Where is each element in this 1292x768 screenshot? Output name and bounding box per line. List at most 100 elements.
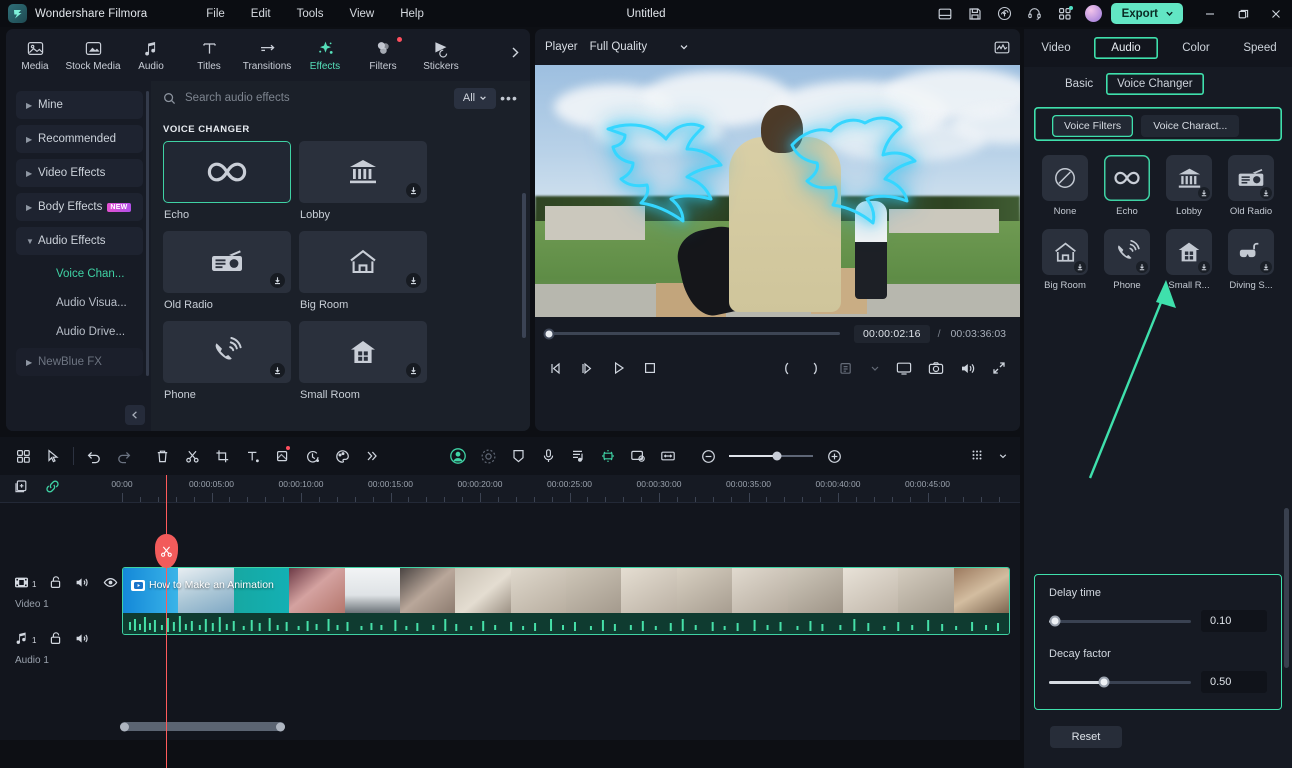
category-video-effects[interactable]: ▶ Video Effects (16, 159, 143, 187)
mute-icon[interactable] (75, 576, 90, 594)
zoom-out-icon[interactable] (693, 437, 723, 475)
subcategory-audio-visualizer[interactable]: Audio Visua... (16, 290, 143, 316)
lock-icon[interactable] (49, 575, 62, 594)
voiceover-mic-icon[interactable] (533, 437, 563, 475)
tab-stock-media[interactable]: Stock Media (64, 39, 122, 72)
zoom-in-icon[interactable] (819, 437, 849, 475)
subtab-basic[interactable]: Basic (1054, 73, 1104, 95)
mute-icon[interactable] (75, 632, 90, 650)
category-recommended[interactable]: ▶ Recommended (16, 125, 143, 153)
category-newblue-fx[interactable]: ▶ NewBlue FX (16, 348, 143, 376)
effect-thumb-big-room[interactable] (299, 231, 427, 293)
save-icon[interactable] (960, 0, 990, 27)
category-body-effects[interactable]: ▶ Body Effects NEW (16, 193, 143, 221)
mask-icon[interactable] (267, 437, 297, 475)
pill-voice-filters[interactable]: Voice Filters (1052, 115, 1134, 137)
render-preview-button[interactable] (839, 361, 854, 376)
subtab-voice-changer[interactable]: Voice Changer (1106, 73, 1203, 95)
snapshot-button[interactable] (928, 361, 944, 376)
voice-filter-thumb-old-radio[interactable] (1228, 155, 1274, 201)
category-audio-effects[interactable]: ▼ Audio Effects (16, 227, 143, 255)
category-scrollbar[interactable] (146, 91, 149, 376)
menu-edit[interactable]: Edit (238, 5, 284, 23)
category-mine[interactable]: ▶ Mine (16, 91, 143, 119)
stop-button[interactable] (643, 361, 657, 375)
download-icon[interactable] (270, 273, 285, 288)
close-button[interactable] (1259, 0, 1292, 27)
redo-icon[interactable] (109, 437, 139, 475)
tab-audio[interactable]: Audio (122, 39, 180, 72)
download-icon[interactable] (1198, 261, 1210, 273)
toolbar-more-chevron-icon[interactable] (357, 437, 387, 475)
effects-more-options-button[interactable]: ••• (496, 90, 522, 106)
project-media-icon[interactable] (8, 437, 38, 475)
maximize-button[interactable] (1226, 0, 1259, 27)
tab-audio[interactable]: Audio (1094, 37, 1158, 59)
prev-frame-button[interactable] (549, 361, 564, 376)
effects-filter-select[interactable]: All (454, 87, 496, 109)
menu-view[interactable]: View (336, 5, 387, 23)
timeline-ruler[interactable]: 00:00 00:00:05:00 00:00:10:00 00:00:15:00 00… (0, 475, 1020, 503)
minimize-button[interactable] (1193, 0, 1226, 27)
keyframe-icon[interactable] (503, 437, 533, 475)
tabs-more-chevron-icon[interactable] (508, 46, 522, 65)
voice-filter-thumb-echo[interactable] (1104, 155, 1150, 201)
param-slider-delay-time[interactable] (1049, 615, 1191, 627)
subcategory-voice-changer[interactable]: Voice Chan... (16, 261, 143, 287)
tab-color[interactable]: Color (1164, 37, 1228, 59)
effect-thumb-lobby[interactable] (299, 141, 427, 203)
effects-scrollbar[interactable] (522, 193, 526, 338)
tab-media[interactable]: Media (6, 39, 64, 72)
menu-help[interactable]: Help (387, 5, 437, 23)
delete-icon[interactable] (147, 437, 177, 475)
param-value-decay-factor[interactable]: 0.50 (1201, 671, 1267, 693)
headset-support-icon[interactable] (1020, 0, 1050, 27)
effect-thumb-small-room[interactable] (299, 321, 427, 383)
download-icon[interactable] (1260, 261, 1272, 273)
player-quality-select[interactable]: Full Quality (590, 41, 690, 53)
split-scissors-icon[interactable] (177, 437, 207, 475)
render-dropdown-button[interactable] (870, 363, 880, 373)
effect-thumb-echo[interactable] (163, 141, 291, 203)
voice-filter-thumb-diving-suit[interactable] (1228, 229, 1274, 275)
subcategory-audio-driver[interactable]: Audio Drive... (16, 319, 143, 345)
panel-layout-icon[interactable] (930, 0, 960, 27)
download-icon[interactable] (1136, 261, 1148, 273)
download-icon[interactable] (1198, 187, 1210, 199)
crop-icon[interactable] (207, 437, 237, 475)
audio-track-icon[interactable] (14, 631, 29, 650)
menu-file[interactable]: File (193, 5, 238, 23)
tab-stickers[interactable]: Stickers (412, 39, 470, 72)
speed-icon[interactable] (297, 437, 327, 475)
voice-filter-thumb-big-room[interactable] (1042, 229, 1088, 275)
timeline-vertical-scrollbar[interactable] (1284, 508, 1289, 668)
apps-grid-icon[interactable] (1050, 0, 1080, 27)
video-preview[interactable] (535, 65, 1020, 317)
param-slider-decay-factor[interactable] (1049, 676, 1191, 688)
timeline-clip[interactable]: How to Make an Animation (122, 567, 1010, 635)
voice-filter-thumb-none[interactable] (1042, 155, 1088, 201)
voice-filter-thumb-phone[interactable] (1104, 229, 1150, 275)
menu-tools[interactable]: Tools (284, 5, 337, 23)
eye-icon[interactable] (103, 576, 118, 594)
collapse-panel-button[interactable] (125, 405, 145, 425)
lock-icon[interactable] (49, 631, 62, 650)
search-input[interactable]: Search audio effects (163, 92, 454, 105)
download-icon[interactable] (406, 183, 421, 198)
export-button[interactable]: Export (1110, 3, 1183, 24)
audio-ducking-icon[interactable] (563, 437, 593, 475)
video-track-icon[interactable] (14, 576, 29, 594)
tab-transitions[interactable]: Transitions (238, 39, 296, 72)
download-icon[interactable] (406, 363, 421, 378)
expand-button[interactable] (992, 361, 1006, 375)
undo-icon[interactable] (79, 437, 109, 475)
mark-out-button[interactable] (809, 361, 823, 376)
user-avatar[interactable] (1084, 5, 1102, 22)
zoom-slider-knob[interactable] (772, 451, 782, 461)
tab-titles[interactable]: Titles (180, 39, 238, 72)
pill-voice-characters[interactable]: Voice Charact... (1141, 115, 1240, 137)
download-icon[interactable] (270, 363, 285, 378)
play-button[interactable] (611, 360, 627, 376)
ai-smart-cutout-icon[interactable] (473, 437, 503, 475)
ai-portrait-icon[interactable] (443, 437, 473, 475)
